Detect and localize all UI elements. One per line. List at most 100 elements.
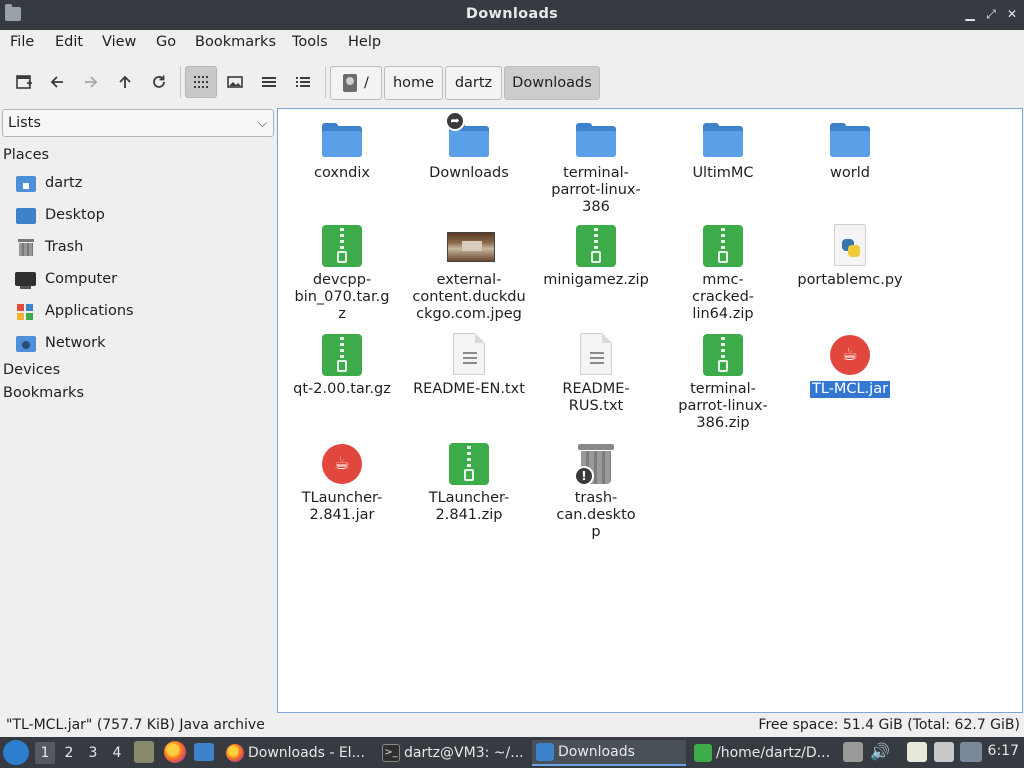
breadcrumb-home[interactable]: home bbox=[384, 66, 443, 100]
forward-arrow-icon[interactable] bbox=[75, 66, 107, 98]
taskbar-app-file-manager[interactable]: Downloads bbox=[532, 740, 686, 766]
notification-icon[interactable] bbox=[960, 742, 982, 762]
workspace-1[interactable]: 1 bbox=[35, 742, 55, 764]
firefox-icon bbox=[226, 744, 244, 762]
taskbar: 1 2 3 4 Downloads - El... >_ dartz@VM3: … bbox=[0, 737, 1024, 768]
close-icon[interactable]: ✕ bbox=[1004, 6, 1020, 22]
sidebar-item-label: Computer bbox=[45, 271, 118, 287]
maximize-icon[interactable]: ⤢ bbox=[983, 6, 999, 22]
archive-icon bbox=[574, 224, 618, 268]
file-item-selected[interactable]: ☕ TL-MCL.jar bbox=[788, 333, 912, 398]
file-item[interactable]: ! trash-can.desktop bbox=[534, 442, 658, 541]
places-header[interactable]: Places bbox=[3, 147, 49, 163]
menu-go[interactable]: Go bbox=[156, 34, 176, 50]
file-view[interactable]: coxndix ➦ Downloads terminal-parrot-linu… bbox=[277, 108, 1023, 713]
file-item[interactable]: TLauncher-2.841.zip bbox=[407, 442, 531, 524]
file-item[interactable]: ➦ Downloads bbox=[407, 111, 531, 182]
folder-icon bbox=[536, 743, 554, 761]
sidebar-item-computer[interactable]: Computer bbox=[14, 265, 272, 293]
taskbar-app-firefox[interactable]: Downloads - El... bbox=[222, 740, 370, 766]
sidebar-item-network[interactable]: Network bbox=[14, 329, 272, 357]
file-item[interactable]: world bbox=[788, 117, 912, 182]
menu-help[interactable]: Help bbox=[348, 34, 381, 50]
folder-icon bbox=[828, 117, 872, 161]
menu-tools[interactable]: Tools bbox=[292, 34, 328, 50]
side-pane-mode-select[interactable]: Lists ⌵ bbox=[2, 109, 274, 137]
file-item[interactable]: README-EN.txt bbox=[407, 333, 531, 398]
sidebar-item-applications[interactable]: Applications bbox=[14, 297, 272, 325]
workspace-3[interactable]: 3 bbox=[83, 742, 103, 764]
volume-icon[interactable]: 🔊 bbox=[870, 742, 890, 762]
file-item[interactable]: terminal-parrot-linux-386 bbox=[534, 117, 658, 216]
sidebar-item-label: Trash bbox=[45, 239, 84, 255]
selection-info: "TL-MCL.jar" (757.7 KiB) Java archive bbox=[6, 717, 265, 733]
breadcrumb-downloads[interactable]: Downloads bbox=[504, 66, 600, 100]
file-name: portablemc.py bbox=[797, 272, 903, 288]
compact-view-icon[interactable] bbox=[253, 66, 285, 98]
status-bar: "TL-MCL.jar" (757.7 KiB) Java archive Fr… bbox=[0, 714, 1024, 736]
new-tab-icon[interactable] bbox=[8, 66, 40, 98]
back-arrow-icon[interactable] bbox=[41, 66, 73, 98]
sidebar-item-label: Desktop bbox=[45, 207, 105, 223]
file-item[interactable]: qt-2.00.tar.gz bbox=[280, 333, 404, 398]
home-folder-icon bbox=[14, 173, 36, 193]
clock[interactable]: 6:17 bbox=[988, 743, 1019, 759]
file-item[interactable]: coxndix bbox=[280, 117, 404, 182]
bookmarks-header[interactable]: Bookmarks bbox=[3, 385, 84, 401]
sidebar-item-desktop[interactable]: Desktop bbox=[14, 201, 272, 229]
toolbar-separator bbox=[180, 66, 181, 98]
eject-icon[interactable] bbox=[843, 742, 863, 762]
toolbar: / home dartz Downloads bbox=[0, 60, 1024, 104]
thumbnail-view-icon[interactable] bbox=[219, 66, 251, 98]
workspace-4[interactable]: 4 bbox=[107, 742, 127, 764]
file-item[interactable]: README-RUS.txt bbox=[534, 333, 658, 415]
folder-icon bbox=[320, 117, 364, 161]
firefox-launcher-icon[interactable] bbox=[164, 741, 186, 763]
side-pane-mode-label: Lists bbox=[8, 115, 41, 131]
folder-link-icon: ➦ bbox=[445, 111, 491, 161]
menu-bookmarks[interactable]: Bookmarks bbox=[195, 34, 276, 50]
clipboard-icon[interactable] bbox=[907, 742, 927, 762]
file-manager-launcher-icon[interactable] bbox=[134, 741, 154, 763]
folder-launcher-icon[interactable] bbox=[194, 743, 214, 761]
image-thumbnail-icon bbox=[447, 224, 495, 268]
menu-edit[interactable]: Edit bbox=[55, 34, 83, 50]
breadcrumb-dartz[interactable]: dartz bbox=[445, 66, 502, 100]
icon-view-grid-icon[interactable] bbox=[185, 66, 217, 98]
terminal-icon: >_ bbox=[382, 744, 400, 762]
file-item[interactable]: minigamez.zip bbox=[534, 224, 658, 289]
file-item[interactable]: terminal-parrot-linux-386.zip bbox=[661, 333, 785, 432]
up-arrow-icon[interactable] bbox=[109, 66, 141, 98]
file-item[interactable]: UltimMC bbox=[661, 117, 785, 182]
file-name: TLauncher-2.841.jar bbox=[301, 490, 383, 523]
taskbar-app-terminal[interactable]: >_ dartz@VM3: ~/... bbox=[378, 740, 526, 766]
network-icon[interactable] bbox=[934, 742, 954, 762]
devices-header[interactable]: Devices bbox=[3, 362, 60, 378]
python-file-icon bbox=[828, 224, 872, 268]
archive-icon bbox=[320, 224, 364, 268]
minimize-icon[interactable]: ▁ bbox=[962, 6, 978, 22]
file-item[interactable]: external-content.duckduckgo.com.jpeg bbox=[407, 224, 531, 323]
taskbar-app-label: Downloads bbox=[558, 744, 635, 760]
taskbar-app-archiver[interactable]: /home/dartz/D... bbox=[690, 740, 838, 766]
reload-icon[interactable] bbox=[143, 66, 175, 98]
archive-icon bbox=[701, 333, 745, 377]
file-item[interactable]: devcpp-bin_070.tar.gz bbox=[280, 224, 404, 323]
start-menu-icon[interactable] bbox=[3, 740, 29, 765]
menu-file[interactable]: File bbox=[10, 34, 34, 50]
breadcrumb-root[interactable]: / bbox=[330, 66, 382, 100]
file-name: minigamez.zip bbox=[543, 272, 649, 288]
sidebar-item-label: dartz bbox=[45, 175, 83, 191]
file-name: Downloads bbox=[429, 165, 509, 181]
file-item[interactable]: portablemc.py bbox=[788, 224, 912, 289]
file-name: external-content.duckduckgo.com.jpeg bbox=[412, 272, 526, 322]
file-item[interactable]: mmc-cracked-lin64.zip bbox=[661, 224, 785, 323]
sidebar: Lists ⌵ Places dartz Desktop Trash Compu… bbox=[0, 108, 276, 712]
detailed-list-view-icon[interactable] bbox=[287, 66, 319, 98]
workspace-2[interactable]: 2 bbox=[59, 742, 79, 764]
sidebar-item-trash[interactable]: Trash bbox=[14, 233, 272, 261]
file-item[interactable]: ☕ TLauncher-2.841.jar bbox=[280, 442, 404, 524]
folder-icon bbox=[574, 117, 618, 161]
menu-view[interactable]: View bbox=[102, 34, 136, 50]
sidebar-item-dartz[interactable]: dartz bbox=[14, 169, 272, 197]
